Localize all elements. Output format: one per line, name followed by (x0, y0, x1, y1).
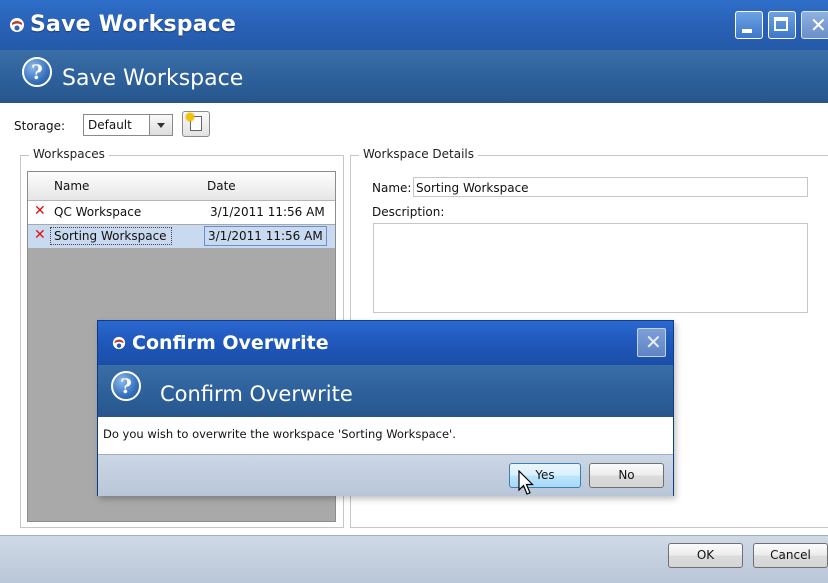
window-header: ? Save Workspace (0, 50, 828, 103)
workspace-date: 3/1/2011 11:56 AM (204, 226, 327, 246)
storage-dropdown[interactable]: Default (83, 114, 173, 136)
name-label: Name: (372, 181, 412, 195)
description-label: Description: (372, 205, 445, 219)
table-row[interactable]: ✕ Sorting Workspace 3/1/2011 11:56 AM (28, 225, 335, 248)
name-field-value: Sorting Workspace (416, 181, 529, 195)
delete-icon[interactable]: ✕ (34, 227, 46, 243)
table-row[interactable]: ✕ QC Workspace 3/1/2011 11:56 AM (28, 201, 335, 224)
cancel-button[interactable]: Cancel (753, 543, 828, 568)
sparkle-icon (186, 113, 194, 121)
maximize-button[interactable] (768, 11, 796, 39)
column-header-date[interactable]: Date (207, 179, 236, 193)
list-header: Name Date (28, 172, 335, 201)
ok-button[interactable]: OK (668, 543, 743, 568)
workspace-name: QC Workspace (54, 205, 142, 219)
storage-label: Storage: (14, 119, 65, 133)
dialog-close-button[interactable]: ✕ (637, 328, 666, 357)
dialog-footer (98, 454, 673, 496)
workspaces-group-label: Workspaces (29, 147, 109, 161)
new-storage-button[interactable] (182, 111, 210, 137)
help-icon: ? (111, 371, 141, 401)
name-field[interactable]: Sorting Workspace (413, 177, 808, 197)
close-icon: ✕ (810, 13, 827, 37)
close-icon: ✕ (645, 330, 662, 354)
close-button[interactable]: ✕ (801, 11, 828, 39)
no-button[interactable]: No (589, 463, 664, 488)
workspace-name: Sorting Workspace (50, 227, 172, 245)
dialog-header: ? Confirm Overwrite (98, 365, 673, 417)
storage-value: Default (88, 118, 132, 132)
dialog-title: Confirm Overwrite (132, 332, 329, 354)
mouse-cursor-icon (518, 470, 534, 495)
window-titlebar[interactable]: Save Workspace ✕ (0, 0, 828, 50)
chevron-down-icon[interactable] (149, 115, 172, 135)
workspace-details-group-label: Workspace Details (359, 147, 479, 161)
workspace-date: 3/1/2011 11:56 AM (210, 205, 325, 219)
help-icon: ? (22, 57, 52, 87)
dialog-header-title: Confirm Overwrite (160, 382, 353, 406)
minimize-button[interactable] (735, 11, 763, 39)
app-logo-icon (10, 18, 24, 32)
delete-icon[interactable]: ✕ (34, 203, 46, 219)
description-field[interactable] (373, 223, 808, 313)
header-title: Save Workspace (62, 66, 244, 91)
confirm-overwrite-dialog: Confirm Overwrite ✕ ? Confirm Overwrite … (97, 320, 674, 496)
dialog-message: Do you wish to overwrite the workspace '… (103, 427, 456, 441)
column-header-name[interactable]: Name (54, 179, 89, 193)
window-title: Save Workspace (30, 12, 237, 37)
dialog-titlebar[interactable]: Confirm Overwrite ✕ (98, 321, 673, 365)
app-logo-icon (112, 336, 126, 350)
